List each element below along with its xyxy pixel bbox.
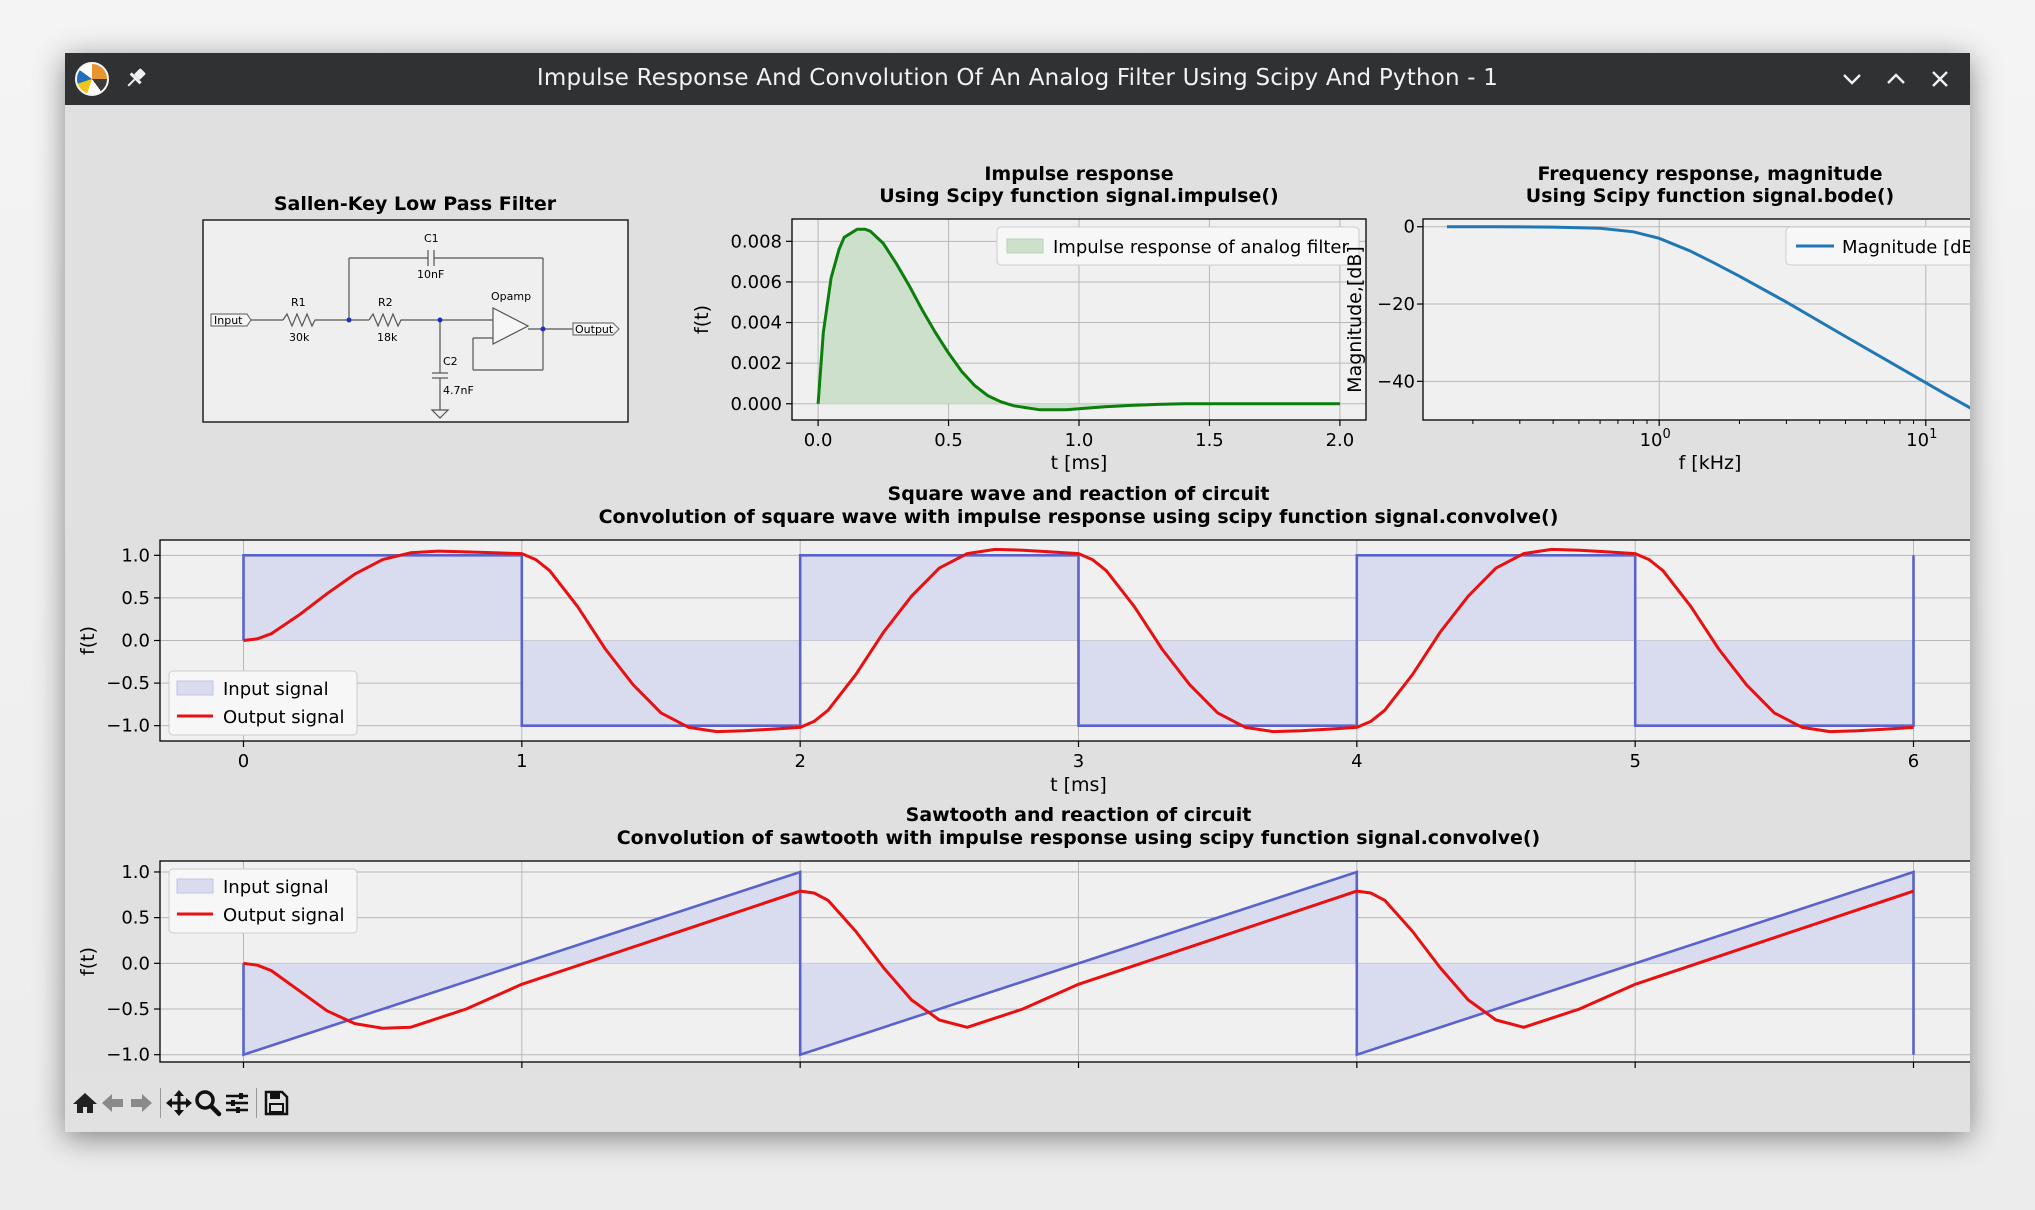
app-window: Impulse Response And Convolution Of An A… <box>65 53 1970 1132</box>
y-tick-label: −20 <box>1377 294 1415 315</box>
pan-icon[interactable] <box>164 1088 194 1118</box>
legend-swatch-input <box>176 680 214 696</box>
chart-title: Using Scipy function signal.bode() <box>1526 185 1894 207</box>
y-tick-label: 1.0 <box>121 862 150 883</box>
x-axis-label: t [ms] <box>1051 452 1108 474</box>
figure-canvas[interactable]: Sallen-Key Low Pass Filter Input Output … <box>65 105 1970 1070</box>
y-tick-label: 0.5 <box>121 908 150 929</box>
save-icon[interactable] <box>261 1088 291 1118</box>
legend-label-input: Input signal <box>223 877 329 898</box>
figure-svg: Sallen-Key Low Pass Filter Input Output … <box>77 163 1970 1068</box>
back-arrow-icon[interactable] <box>98 1088 128 1118</box>
y-tick-label: 0.0 <box>121 631 150 652</box>
y-tick-label: 0.5 <box>121 588 150 609</box>
chart-title: Using Scipy function signal.impulse() <box>879 185 1278 207</box>
close-icon[interactable] <box>1926 65 1954 93</box>
r1-value: 30k <box>289 331 310 344</box>
chart-title: Convolution of sawtooth with impulse res… <box>617 827 1541 849</box>
zoom-icon[interactable] <box>193 1088 223 1118</box>
legend-label: Impulse response of analog filter <box>1053 237 1350 258</box>
forward-arrow-icon[interactable] <box>126 1088 156 1118</box>
y-tick-label: 0.008 <box>730 231 782 252</box>
y-tick-label: 0.0 <box>121 953 150 974</box>
y-tick-label: 0 <box>1404 217 1415 238</box>
r2-name: R2 <box>378 296 393 309</box>
legend: Input signal Output signal <box>168 868 358 934</box>
legend: Impulse response of analog filter <box>996 226 1360 266</box>
y-tick-label: 0.002 <box>730 353 782 374</box>
x-tick-label: 2 <box>794 751 805 772</box>
chart-1: 0.0 0.5 1.0 1.5 2.0 0.000 0.002 0.004 0.006 0.008… <box>691 163 1367 474</box>
chart-4: 01234561.00.50.0−0.5−1.0t [ms]f(t)Sawtoo… <box>77 804 1970 1068</box>
title-bar[interactable]: Impulse Response And Convolution Of An A… <box>65 53 1970 105</box>
chart-title: Frequency response, magnitude <box>1538 163 1883 185</box>
x-tick-label: 101 <box>1906 427 1937 451</box>
y-tick-label: −1.0 <box>106 1045 150 1066</box>
x-axis-label: f [kHz] <box>1679 452 1742 474</box>
x-tick-label: 1.0 <box>1065 430 1094 451</box>
toolbar-separator <box>256 1088 257 1118</box>
legend: Input signal Output signal <box>168 670 358 736</box>
toolbar-separator <box>160 1088 161 1118</box>
x-tick-label: 4 <box>1351 751 1362 772</box>
x-tick-label: 5 <box>1629 751 1640 772</box>
legend-swatch <box>1006 238 1044 254</box>
chart-2: 100 101 0 −20 −40 f [kHz] Magnitude,[dB] Freque… <box>1344 163 1970 474</box>
y-tick-label: 0.000 <box>730 394 782 415</box>
r2-value: 18k <box>377 331 398 344</box>
c2-name: C2 <box>443 355 458 368</box>
y-tick-label: 0.006 <box>730 272 782 293</box>
y-tick-label: −0.5 <box>106 673 150 694</box>
c2-value: 4.7nF <box>443 384 474 397</box>
y-axis-label: f(t) <box>77 947 99 976</box>
y-tick-label: −40 <box>1377 371 1415 392</box>
x-tick-label: 1 <box>516 751 527 772</box>
navigation-toolbar <box>65 1070 1970 1132</box>
chart-title: Convolution of square wave with impulse … <box>599 506 1559 528</box>
configure-subplots-icon[interactable] <box>222 1088 252 1118</box>
chart-title: Impulse response <box>984 163 1173 185</box>
x-tick-label: 0.5 <box>934 430 963 451</box>
legend-swatch-input <box>176 878 214 894</box>
chart-title: Square wave and reaction of circuit <box>888 483 1270 505</box>
y-tick-label: −0.5 <box>106 999 150 1020</box>
x-tick-label: 2.0 <box>1326 430 1355 451</box>
legend-label-input: Input signal <box>223 679 329 700</box>
x-tick-label: 3 <box>1073 751 1084 772</box>
y-tick-label: 1.0 <box>121 545 150 566</box>
schematic-output-label: Output <box>575 323 614 336</box>
legend-label: Magnitude [dB] <box>1842 237 1970 258</box>
x-tick-label: 0.0 <box>804 430 833 451</box>
y-axis-label: f(t) <box>77 626 99 655</box>
window-title: Impulse Response And Convolution Of An A… <box>536 65 1499 91</box>
c1-value: 10nF <box>417 268 444 281</box>
y-axis-label: Magnitude,[dB] <box>1344 246 1366 393</box>
home-icon[interactable] <box>70 1088 100 1118</box>
r1-name: R1 <box>291 296 306 309</box>
schematic-input-label: Input <box>214 314 243 327</box>
legend-label-output: Output signal <box>223 905 345 926</box>
y-tick-label: −1.0 <box>106 716 150 737</box>
x-tick-label: 0 <box>238 751 249 772</box>
x-axis-label: t [ms] <box>1050 774 1107 796</box>
x-tick-label: 6 <box>1908 751 1919 772</box>
schematic-image: Input Output R1 30k R2 18k C1 10nF C2 4.… <box>202 219 629 423</box>
c1-name: C1 <box>424 232 439 245</box>
x-tick-label: 1.5 <box>1195 430 1224 451</box>
legend: Magnitude [dB] <box>1785 226 1970 266</box>
x-tick-label: 100 <box>1640 427 1671 451</box>
y-tick-label: 0.004 <box>730 313 782 334</box>
schematic-title: Sallen-Key Low Pass Filter <box>274 193 557 215</box>
chevron-up-icon[interactable] <box>1882 65 1910 93</box>
y-axis-label: f(t) <box>691 305 713 334</box>
chart-title: Sawtooth and reaction of circuit <box>906 804 1252 826</box>
chart-3: 0 1 2 3 4 5 6 1.0 0.5 0.0 −0.5 −1.0 t [ms] f(t) Square… <box>77 483 1970 796</box>
chevron-down-icon[interactable] <box>1838 65 1866 93</box>
legend-label-output: Output signal <box>223 707 345 728</box>
opamp-label: Opamp <box>491 290 531 303</box>
